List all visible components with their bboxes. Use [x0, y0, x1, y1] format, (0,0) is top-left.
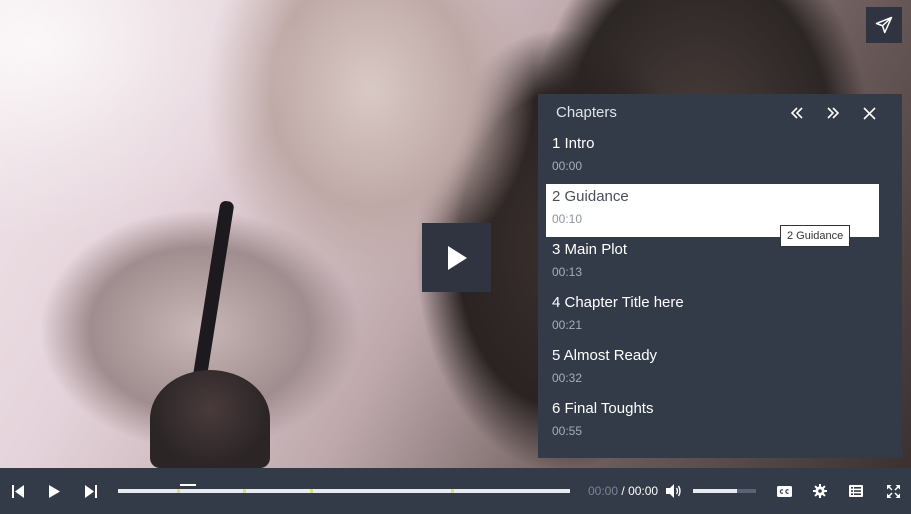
- time-separator: /: [621, 484, 625, 498]
- chapter-item[interactable]: 5 Almost Ready 00:32: [546, 343, 879, 396]
- chapter-item[interactable]: 1 Intro 00:00: [546, 131, 879, 184]
- chapter-time: 00:00: [552, 159, 583, 173]
- play-button[interactable]: [43, 480, 65, 502]
- chapter-time: 00:21: [552, 318, 583, 332]
- close-icon: [862, 106, 876, 120]
- mute-button[interactable]: [663, 480, 685, 502]
- double-chevron-left-icon: [790, 107, 803, 119]
- volume-level: [693, 489, 738, 493]
- chapter-marker[interactable]: [243, 489, 246, 493]
- skip-back-button[interactable]: [7, 480, 29, 502]
- double-chevron-right-icon: [827, 107, 840, 119]
- chapter-time: 00:55: [552, 424, 583, 438]
- paper-plane-icon: [875, 16, 893, 34]
- prev-chapter-button[interactable]: [786, 102, 808, 124]
- chapter-tooltip: 2 Guidance: [780, 225, 851, 247]
- chapters-header: Chapters: [538, 94, 902, 130]
- current-time: 00:00: [588, 484, 619, 498]
- skip-next-icon: [85, 484, 97, 498]
- chapter-list: 1 Intro 00:00 2 Guidance 00:10 3 Main Pl…: [546, 131, 879, 449]
- chapter-time: 00:13: [552, 265, 583, 279]
- chapter-marker[interactable]: [177, 489, 180, 493]
- chapter-label: 3 Main Plot: [552, 241, 628, 258]
- list-icon: [849, 485, 863, 497]
- chapter-marker[interactable]: [451, 489, 454, 493]
- video-player: Chapters 1 Intro 00:00 2 Guidance 00:10 …: [0, 0, 911, 514]
- chapter-item[interactable]: 4 Chapter Title here 00:21: [546, 290, 879, 343]
- chapter-time: 00:32: [552, 371, 583, 385]
- volume-icon: [666, 484, 681, 498]
- cc-icon: [776, 485, 792, 497]
- chapters-title: Chapters: [556, 104, 617, 121]
- chapter-label: 2 Guidance: [552, 188, 629, 205]
- chapter-label: 5 Almost Ready: [552, 347, 658, 364]
- settings-button[interactable]: [809, 480, 831, 502]
- captions-button[interactable]: [773, 480, 795, 502]
- skip-previous-icon: [12, 484, 24, 498]
- play-icon: [48, 484, 60, 498]
- time-display: 00:00 / 00:00: [588, 484, 658, 498]
- chapter-marker[interactable]: [310, 489, 313, 493]
- play-icon: [447, 245, 467, 270]
- skip-forward-button[interactable]: [80, 480, 102, 502]
- chapters-button[interactable]: [845, 480, 867, 502]
- chapters-panel: Chapters 1 Intro 00:00 2 Guidance 00:10 …: [538, 94, 902, 458]
- volume-slider[interactable]: [693, 489, 756, 493]
- chapter-label: 4 Chapter Title here: [552, 294, 684, 311]
- fullscreen-button[interactable]: [882, 480, 904, 502]
- big-play-button[interactable]: [422, 223, 491, 292]
- chapter-label: 1 Intro: [552, 135, 595, 152]
- chapter-time: 00:10: [552, 212, 583, 226]
- control-bar: 00:00 / 00:00: [0, 468, 911, 514]
- next-chapter-button[interactable]: [822, 102, 844, 124]
- share-button[interactable]: [866, 7, 902, 43]
- duration: 00:00: [628, 484, 659, 498]
- chapter-item[interactable]: 6 Final Toughts 00:55: [546, 396, 879, 449]
- chapter-label: 6 Final Toughts: [552, 400, 654, 417]
- gear-icon: [813, 484, 827, 498]
- progress-bar[interactable]: [118, 484, 570, 493]
- light-flare: [0, 0, 300, 240]
- close-chapters-button[interactable]: [858, 102, 880, 124]
- garment-shape: [150, 370, 270, 468]
- progress-hover-indicator: [180, 484, 196, 486]
- fullscreen-icon: [886, 484, 900, 498]
